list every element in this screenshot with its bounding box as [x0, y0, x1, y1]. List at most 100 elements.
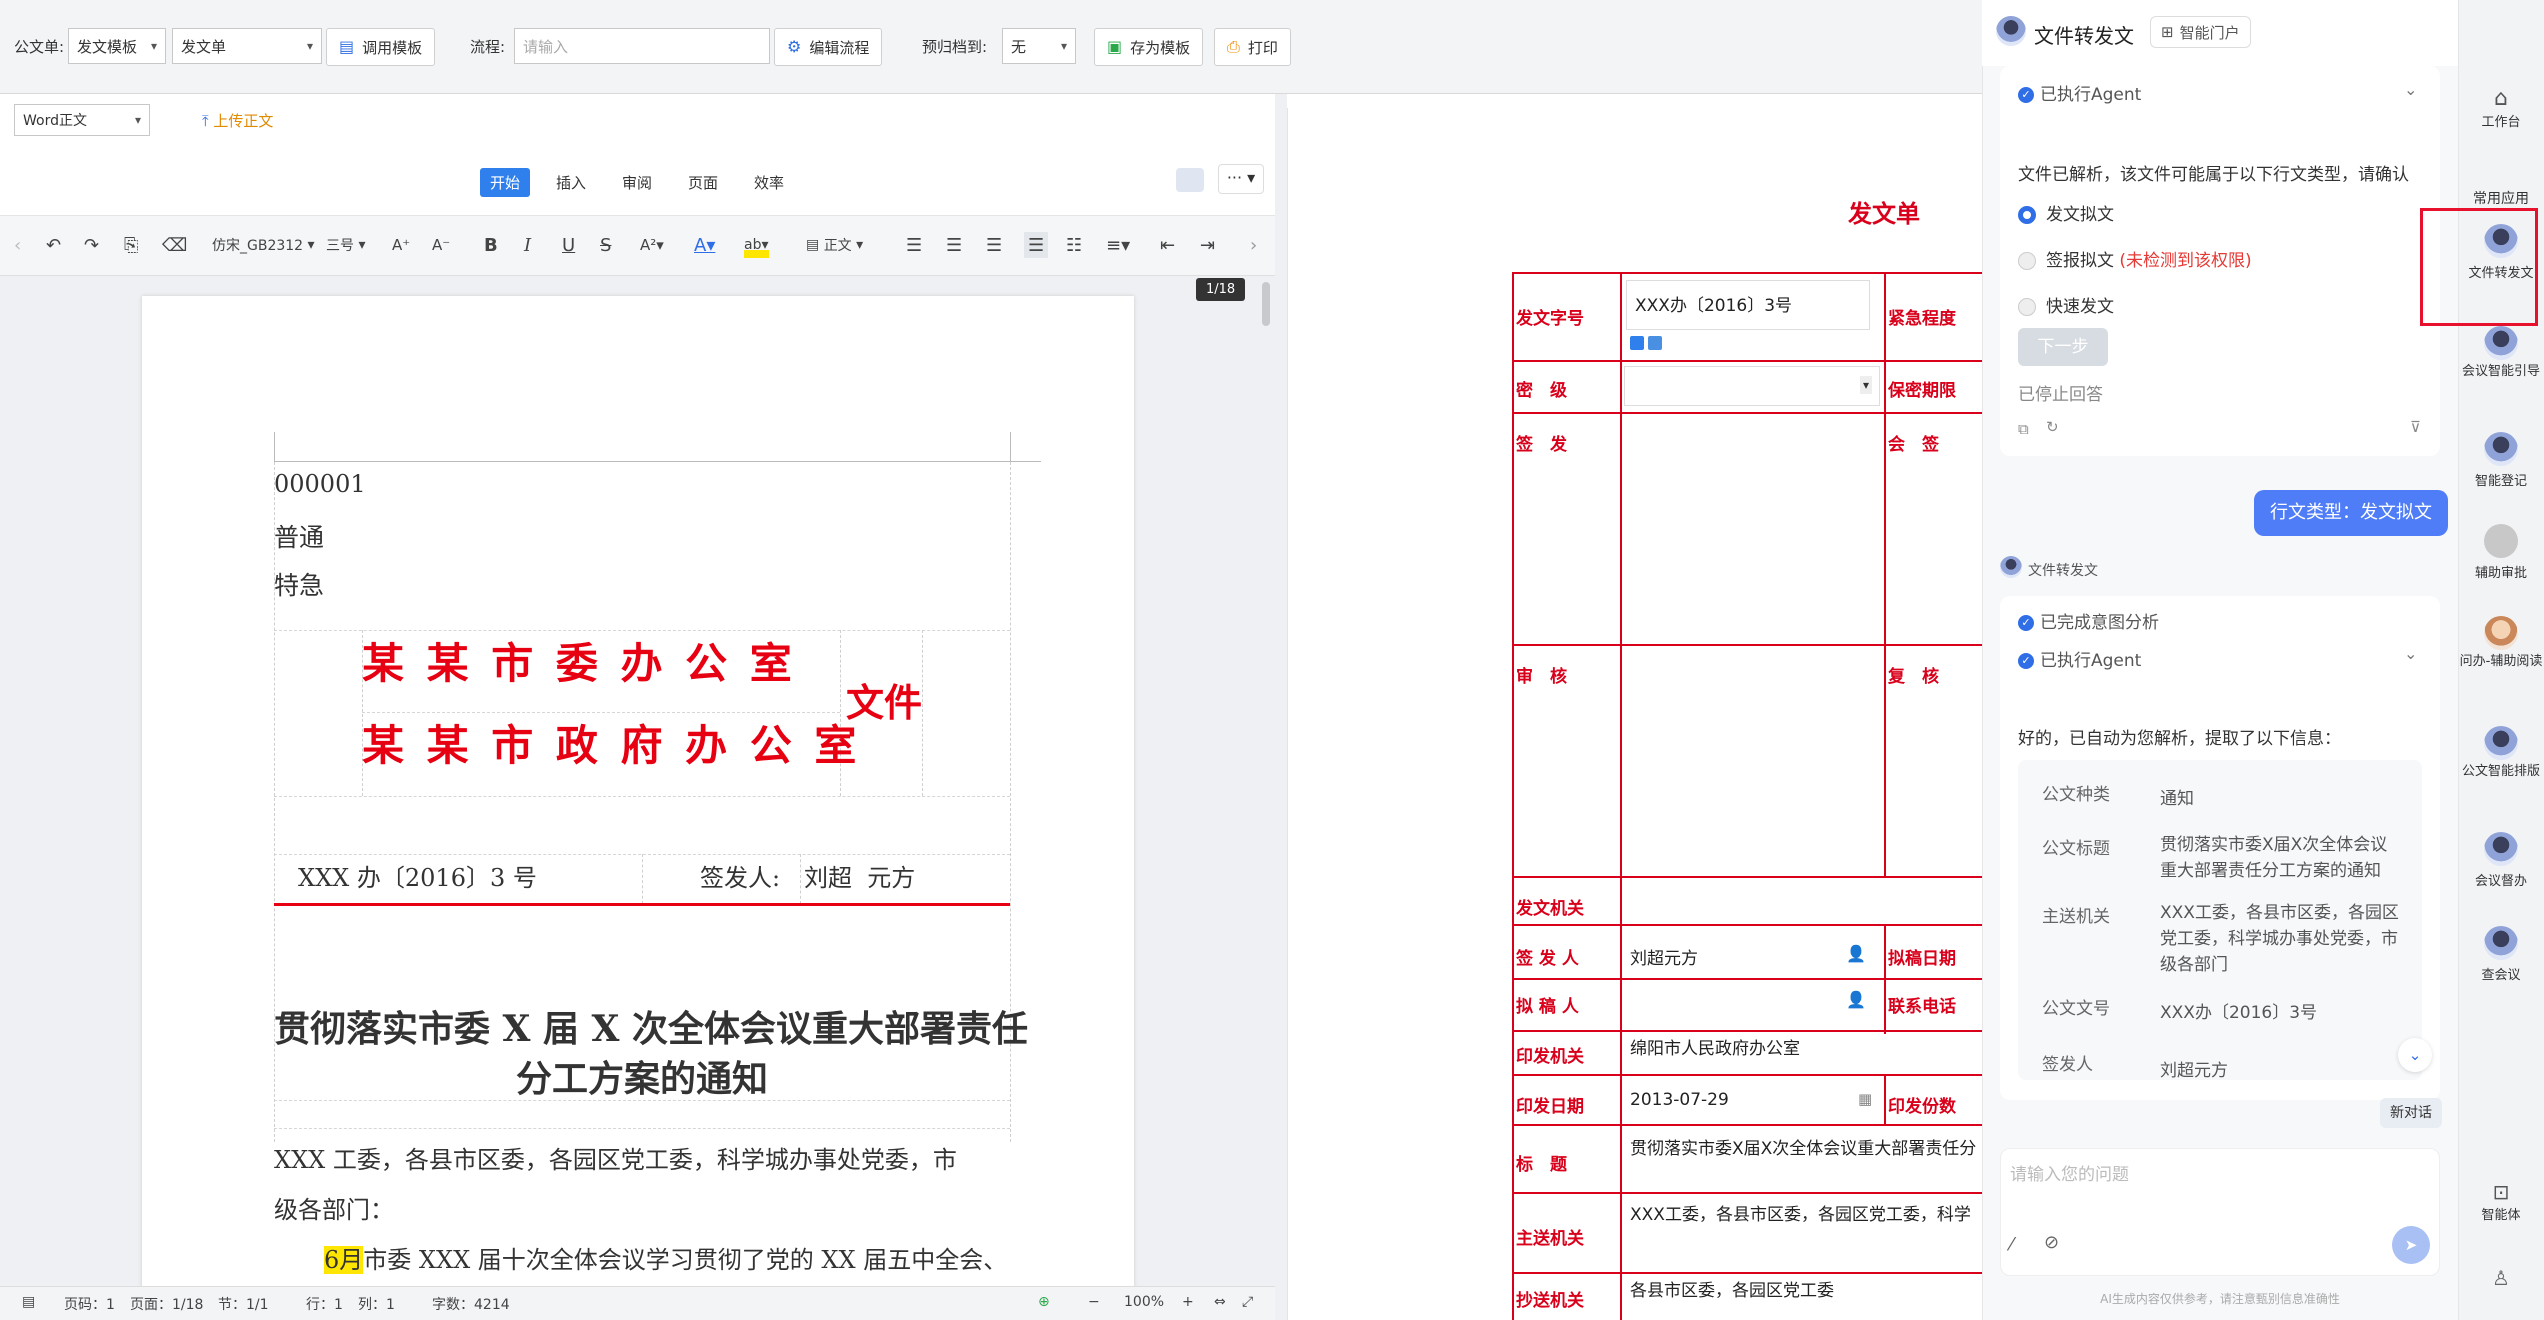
radio-unselected[interactable] — [2018, 298, 2036, 316]
strikethrough-icon[interactable]: S — [600, 232, 611, 258]
flow-input[interactable]: 请输入 — [514, 28, 770, 64]
tab-efficiency[interactable]: 效率 — [744, 168, 794, 197]
doc-body-line: 6月市委 XXX 届十次全体会议学习贯彻了党的 XX 届五中全会、 — [324, 1246, 1008, 1274]
template-select[interactable]: 发文模板 ▾ — [68, 28, 166, 64]
scroll-down-icon[interactable]: ⌄ — [2398, 1038, 2432, 1072]
shrink-font-icon[interactable]: A⁻ — [432, 232, 450, 258]
option-send-draft[interactable]: 发文拟文 — [2018, 200, 2114, 225]
align-center-icon[interactable]: ☰ — [946, 232, 962, 258]
tab-page[interactable]: 页面 — [678, 168, 728, 197]
justify-icon[interactable]: ☰ — [1024, 232, 1049, 258]
user-avatar[interactable] — [1176, 168, 1204, 192]
user-icon[interactable]: ♙ — [2458, 1266, 2544, 1290]
rail-item-meeting-guide[interactable]: 会议智能引导 — [2458, 326, 2544, 380]
chevron-left-icon[interactable]: ‹ — [14, 232, 21, 258]
zoom-level[interactable]: 100% — [1124, 1294, 1164, 1310]
send-button[interactable]: ➤ — [2392, 1226, 2430, 1264]
rail-item-agents[interactable]: ⊡ 智能体 — [2458, 1180, 2544, 1223]
rail-item-smart-layout[interactable]: 公文智能排版 — [2458, 726, 2544, 780]
edit-flow-button[interactable]: ⚙ 编辑流程 — [774, 28, 883, 66]
body-type-select[interactable]: Word正文 ▾ — [14, 104, 150, 136]
attach-icon[interactable]: ⊘ — [2044, 1232, 2059, 1253]
print-button[interactable]: ⎙ 打印 — [1214, 28, 1291, 66]
portal-button[interactable]: ⊞ 智能门户 — [2150, 16, 2251, 48]
chevron-down-icon[interactable]: ⌄ — [2404, 644, 2417, 663]
layout-icon[interactable]: ▤ — [22, 1294, 35, 1310]
tab-start[interactable]: 开始 — [480, 168, 531, 197]
person-icon[interactable]: 👤 — [1846, 944, 1866, 963]
underline-icon[interactable]: U — [562, 232, 575, 258]
radio-selected[interactable] — [2018, 206, 2036, 224]
style-select[interactable]: ▤ 正文 ▾ — [806, 232, 863, 258]
distribute-icon[interactable]: ☷ — [1066, 232, 1082, 258]
doc-no-input[interactable]: XXX办〔2016〕3号 — [1626, 280, 1870, 330]
tab-insert[interactable]: 插入 — [546, 168, 596, 197]
doc-icon[interactable] — [1630, 336, 1644, 350]
print-org-value[interactable]: 绵阳市人民政府办公室 — [1630, 1034, 1800, 1059]
line-spacing-icon[interactable]: ≡▾ — [1106, 232, 1130, 258]
more-options-button[interactable]: ··· ▾ — [1218, 164, 1264, 194]
editor-scrollbar[interactable] — [1262, 282, 1270, 326]
rail-item-smart-register[interactable]: 智能登记 — [2458, 432, 2544, 489]
chevron-right-icon[interactable]: › — [1250, 232, 1257, 258]
rail-item-workbench[interactable]: ⌂ 工作台 — [2458, 86, 2544, 130]
fullscreen-icon[interactable]: ⤢ — [1242, 1294, 1253, 1310]
rail-item-assisted-approval[interactable]: 辅助审批 — [2458, 524, 2544, 581]
print-date-value[interactable]: 2013-07-29 — [1630, 1090, 1729, 1110]
magic-wand-icon[interactable]: ⁄ — [2010, 1234, 2013, 1255]
edit-icon[interactable] — [1648, 336, 1662, 350]
archive-select[interactable]: 无 ▾ — [1002, 28, 1076, 64]
upload-body-link[interactable]: ⤒ 上传正文 — [202, 110, 273, 131]
zoom-in-icon[interactable]: + — [1182, 1294, 1194, 1310]
rail-item-file-to-dispatch[interactable]: 文件转发文 — [2458, 224, 2544, 281]
chat-input[interactable]: 请输入您的问题 — [2010, 1160, 2129, 1185]
fit-width-icon[interactable]: ⇔ — [1214, 1294, 1226, 1310]
title-value[interactable]: 贯彻落实市委X届X次全体会议重大部署责任分 — [1630, 1134, 1980, 1159]
next-step-button[interactable]: 下一步 — [2018, 328, 2108, 366]
thumb-down-icon[interactable]: ⊽ — [2410, 418, 2421, 436]
secret-select[interactable] — [1624, 366, 1880, 406]
chevron-down-icon[interactable]: ▾ — [1860, 376, 1873, 394]
eraser-icon[interactable]: ⌫ — [162, 232, 187, 258]
save-template-button[interactable]: ▣ 存为模板 — [1094, 28, 1204, 66]
option-report-draft[interactable]: 签报拟文 (未检测到该权限) — [2018, 246, 2252, 271]
grow-font-icon[interactable]: A⁺ — [392, 232, 410, 258]
option-quick-send[interactable]: 快速发文 — [2018, 292, 2114, 317]
undo-icon[interactable]: ↶ — [46, 232, 61, 258]
load-template-button[interactable]: ▤ 调用模板 — [326, 28, 436, 66]
zoom-out-icon[interactable]: − — [1088, 1294, 1100, 1310]
new-chat-button[interactable]: 新对话 — [2380, 1098, 2442, 1128]
refresh-icon[interactable]: ↻ — [2046, 418, 2059, 436]
chevron-down-icon[interactable]: ⌄ — [2404, 80, 2417, 99]
font-name-select[interactable]: 仿宋_GB2312 ▾ — [212, 232, 315, 258]
radio-unselected[interactable] — [2018, 252, 2036, 270]
align-right-icon[interactable]: ☰ — [986, 232, 1002, 258]
executed-agent-status[interactable]: ✓ 已执行Agent — [2018, 646, 2141, 671]
bold-icon[interactable]: B — [484, 232, 498, 258]
indent-increase-icon[interactable]: ⇥ — [1200, 232, 1215, 258]
cc-value[interactable]: 各县市区委，各园区党工委 — [1630, 1276, 1834, 1301]
copy-icon[interactable]: ⧉ — [2018, 420, 2029, 438]
person-icon[interactable]: 👤 — [1846, 990, 1866, 1009]
rail-item-check-meeting[interactable]: 查会议 — [2458, 926, 2544, 983]
superscript-icon[interactable]: A²▾ — [640, 232, 664, 258]
format-painter-icon[interactable]: ⎘ — [124, 232, 138, 258]
calendar-icon[interactable]: ▦ — [1858, 1090, 1872, 1108]
font-color-icon[interactable]: A▾ — [694, 232, 715, 258]
executed-agent-status[interactable]: ✓ 已执行Agent — [2018, 80, 2141, 105]
font-size-select[interactable]: 三号 ▾ — [326, 232, 365, 258]
align-left-icon[interactable]: ☰ — [906, 232, 922, 258]
redo-icon[interactable]: ↷ — [84, 232, 99, 258]
agent-icon: ⊡ — [2492, 1180, 2510, 1204]
globe-icon[interactable]: ⊕ — [1038, 1294, 1050, 1310]
pane-divider[interactable] — [1275, 94, 1287, 1320]
tab-review[interactable]: 审阅 — [612, 168, 662, 197]
main-to-value[interactable]: XXX工委，各县市区委，各园区党工委，科学 — [1630, 1200, 1980, 1225]
indent-decrease-icon[interactable]: ⇤ — [1160, 232, 1175, 258]
form-select[interactable]: 发文单 ▾ — [172, 28, 322, 64]
highlight-icon[interactable]: ab▾ — [744, 232, 769, 258]
rail-item-assisted-reading[interactable]: 问办-辅助阅读 — [2458, 616, 2544, 670]
italic-icon[interactable]: I — [524, 232, 531, 258]
issuer-value[interactable]: 刘超元方 — [1630, 944, 1698, 969]
rail-item-meeting-supervise[interactable]: 会议督办 — [2458, 832, 2544, 889]
